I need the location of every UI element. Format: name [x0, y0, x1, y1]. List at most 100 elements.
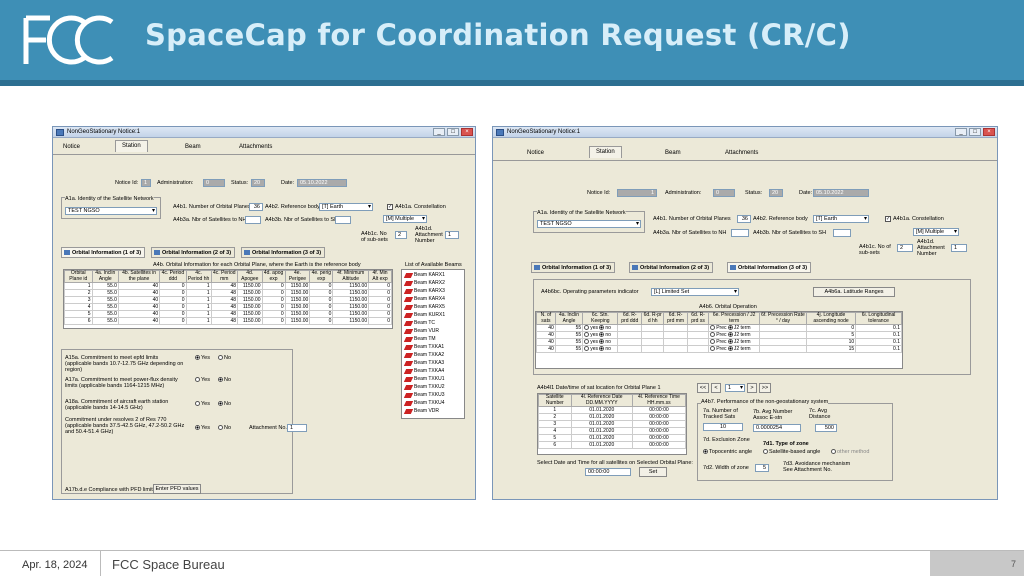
list-item[interactable]: Beam TM — [405, 336, 436, 344]
orbital-planes-field[interactable]: 36 — [737, 215, 751, 223]
commit-aircraft-yes[interactable]: Yes — [195, 401, 210, 407]
tab-notice[interactable]: Notice — [521, 148, 550, 160]
table-cell[interactable]: 0 — [309, 282, 334, 290]
pager-last-button[interactable]: >> — [759, 383, 771, 393]
table-cell[interactable]: 1150.00 — [237, 282, 263, 290]
list-item[interactable]: Beam TC — [405, 320, 435, 328]
list-item[interactable]: Beam TXKA4 — [405, 368, 444, 376]
table-cell[interactable]: 48 — [210, 296, 239, 304]
table-cell[interactable]: 48 — [210, 303, 239, 311]
pager-first-button[interactable]: << — [697, 383, 709, 393]
table-cell[interactable]: 2 — [538, 413, 572, 421]
rprd-cell[interactable] — [641, 338, 665, 346]
list-item[interactable]: Beam TXKU2 — [405, 384, 444, 392]
minimize-button[interactable]: _ — [955, 128, 967, 136]
rprd-cell[interactable] — [663, 324, 688, 332]
constellation-checkbox[interactable]: ✓ — [387, 204, 393, 210]
constellation-select[interactable]: [M] Multiple — [913, 228, 959, 236]
stn-keeping-cell[interactable]: yes no — [582, 345, 619, 353]
constellation-checkbox[interactable]: ✓ — [885, 216, 891, 222]
ref-body-select[interactable]: [T] Earth — [813, 215, 869, 223]
table-row[interactable]: 6 01.01.2020 00:00:00 — [538, 441, 686, 449]
long-asc-cell[interactable]: 15 — [805, 345, 857, 353]
table-row[interactable]: 3 01.01.2020 00:00:00 — [538, 420, 686, 428]
avg-field[interactable]: 0.0000254 — [753, 424, 801, 432]
prec-rate-cell[interactable] — [759, 345, 807, 353]
rprd-cell[interactable] — [641, 345, 665, 353]
stn-keeping-cell[interactable]: yes no — [582, 331, 619, 339]
table-cell[interactable]: 1 — [185, 282, 212, 290]
table-cell[interactable]: 0 — [159, 317, 187, 325]
rprd-cell[interactable] — [617, 338, 643, 346]
table-cell[interactable]: 1150.00 — [332, 289, 370, 297]
tracked-field[interactable]: 10 — [703, 423, 743, 431]
rprd-cell[interactable] — [641, 331, 665, 339]
table-cell[interactable]: 1150.00 — [332, 317, 370, 325]
inclin-cell[interactable]: 55 — [554, 345, 584, 353]
table-cell[interactable]: 00:00:00 — [631, 420, 686, 428]
table-cell[interactable]: 01.01.2020 — [570, 406, 633, 414]
list-item[interactable]: Beam VUR — [405, 328, 439, 336]
precession-cell[interactable]: Prec J2 term — [708, 331, 761, 339]
subtab-orbital-1[interactable]: Orbital Information (1 of 3) — [61, 247, 146, 258]
sats-sh-field[interactable] — [335, 216, 351, 224]
prec-rate-cell[interactable] — [759, 324, 807, 332]
table-row[interactable]: 5 01.01.2020 00:00:00 — [538, 434, 686, 442]
table-cell[interactable]: 0 — [159, 296, 187, 304]
commit-pfd-yes[interactable]: Yes — [195, 377, 210, 383]
table-cell[interactable]: 55.0 — [91, 317, 119, 325]
table-cell[interactable]: 1 — [538, 406, 572, 414]
table-cell[interactable]: 48 — [210, 282, 239, 290]
tab-station[interactable]: Station — [589, 146, 622, 158]
subtab-orbital-3[interactable]: Orbital Information (3 of 3) — [241, 247, 326, 258]
tab-beam[interactable]: Beam — [179, 142, 207, 154]
list-item[interactable]: Beam KARX2 — [405, 280, 445, 288]
minimize-button[interactable]: _ — [433, 128, 445, 136]
rprd-cell[interactable] — [663, 331, 688, 339]
table-cell[interactable]: 0 — [159, 310, 187, 318]
select-time-field[interactable]: 00:00:00 — [585, 468, 631, 476]
maximize-button[interactable]: □ — [447, 128, 459, 136]
table-cell[interactable]: 0 — [368, 289, 392, 297]
table-cell[interactable]: 1150.00 — [284, 282, 311, 290]
table-row[interactable]: 2 55.0 40 0 1 48 1150.00 0 1150.00 0 1150.00 0 — [64, 289, 392, 297]
table-cell[interactable]: 1150.00 — [237, 310, 263, 318]
table-cell[interactable]: 48 — [210, 289, 239, 297]
table-cell[interactable]: 6 — [64, 317, 93, 325]
list-item[interactable]: Beam KARX1 — [405, 272, 445, 280]
precession-cell[interactable]: Prec J2 term — [708, 338, 761, 346]
table-cell[interactable]: 01.01.2020 — [570, 434, 633, 442]
table-row[interactable]: 5 55.0 40 0 1 48 1150.00 0 1150.00 0 1150.00 0 — [64, 310, 392, 318]
commit-pfd-no[interactable]: No — [218, 377, 231, 383]
table-cell[interactable]: 0 — [368, 303, 392, 311]
table-cell[interactable]: 1150.00 — [284, 289, 311, 297]
table-cell[interactable]: 55.0 — [91, 296, 119, 304]
table-cell[interactable]: 1 — [185, 296, 212, 304]
table-cell[interactable]: 1150.00 — [237, 303, 263, 311]
table-cell[interactable]: 0 — [309, 317, 334, 325]
table-row[interactable]: 40 55 yes no Prec J2 term 0 0.1 — [536, 324, 902, 332]
table-cell[interactable]: 40 — [117, 296, 161, 304]
rprd-cell[interactable] — [641, 324, 665, 332]
table-row[interactable]: 1 01.01.2020 00:00:00 — [538, 406, 686, 414]
list-item[interactable]: Beam TXKA2 — [405, 352, 444, 360]
rprd-cell[interactable] — [663, 345, 688, 353]
orbital-op-grid[interactable]: N. of sats 4a. Inclin Angle 6c. Stn. Keepi… — [535, 311, 903, 369]
list-item[interactable]: Beam TXKA3 — [405, 360, 444, 368]
rprd-cell[interactable] — [686, 324, 710, 332]
table-cell[interactable]: 1150.00 — [332, 303, 370, 311]
list-item[interactable]: Beam VDR — [405, 408, 439, 416]
op-indicator-select[interactable]: [L] Limited Set — [651, 288, 739, 296]
table-cell[interactable]: 1150.00 — [284, 303, 311, 311]
enter-pfd-button[interactable]: Enter PFD values — [153, 484, 201, 494]
datetime-grid[interactable]: Satellite Number 4l. Reference Date DD.MM… — [537, 393, 687, 455]
table-cell[interactable]: 00:00:00 — [631, 441, 686, 449]
long-asc-cell[interactable]: 0 — [805, 324, 857, 332]
list-item[interactable]: Beam TXKA1 — [405, 344, 444, 352]
orbital-planes-field[interactable]: 36 — [249, 203, 263, 211]
table-row[interactable]: 4 55.0 40 0 1 48 1150.00 0 1150.00 0 1150.00 0 — [64, 303, 392, 311]
table-cell[interactable]: 48 — [210, 310, 239, 318]
rprd-cell[interactable] — [686, 338, 710, 346]
pager-next-button[interactable]: > — [747, 383, 757, 393]
table-cell[interactable]: 01.01.2020 — [570, 427, 633, 435]
